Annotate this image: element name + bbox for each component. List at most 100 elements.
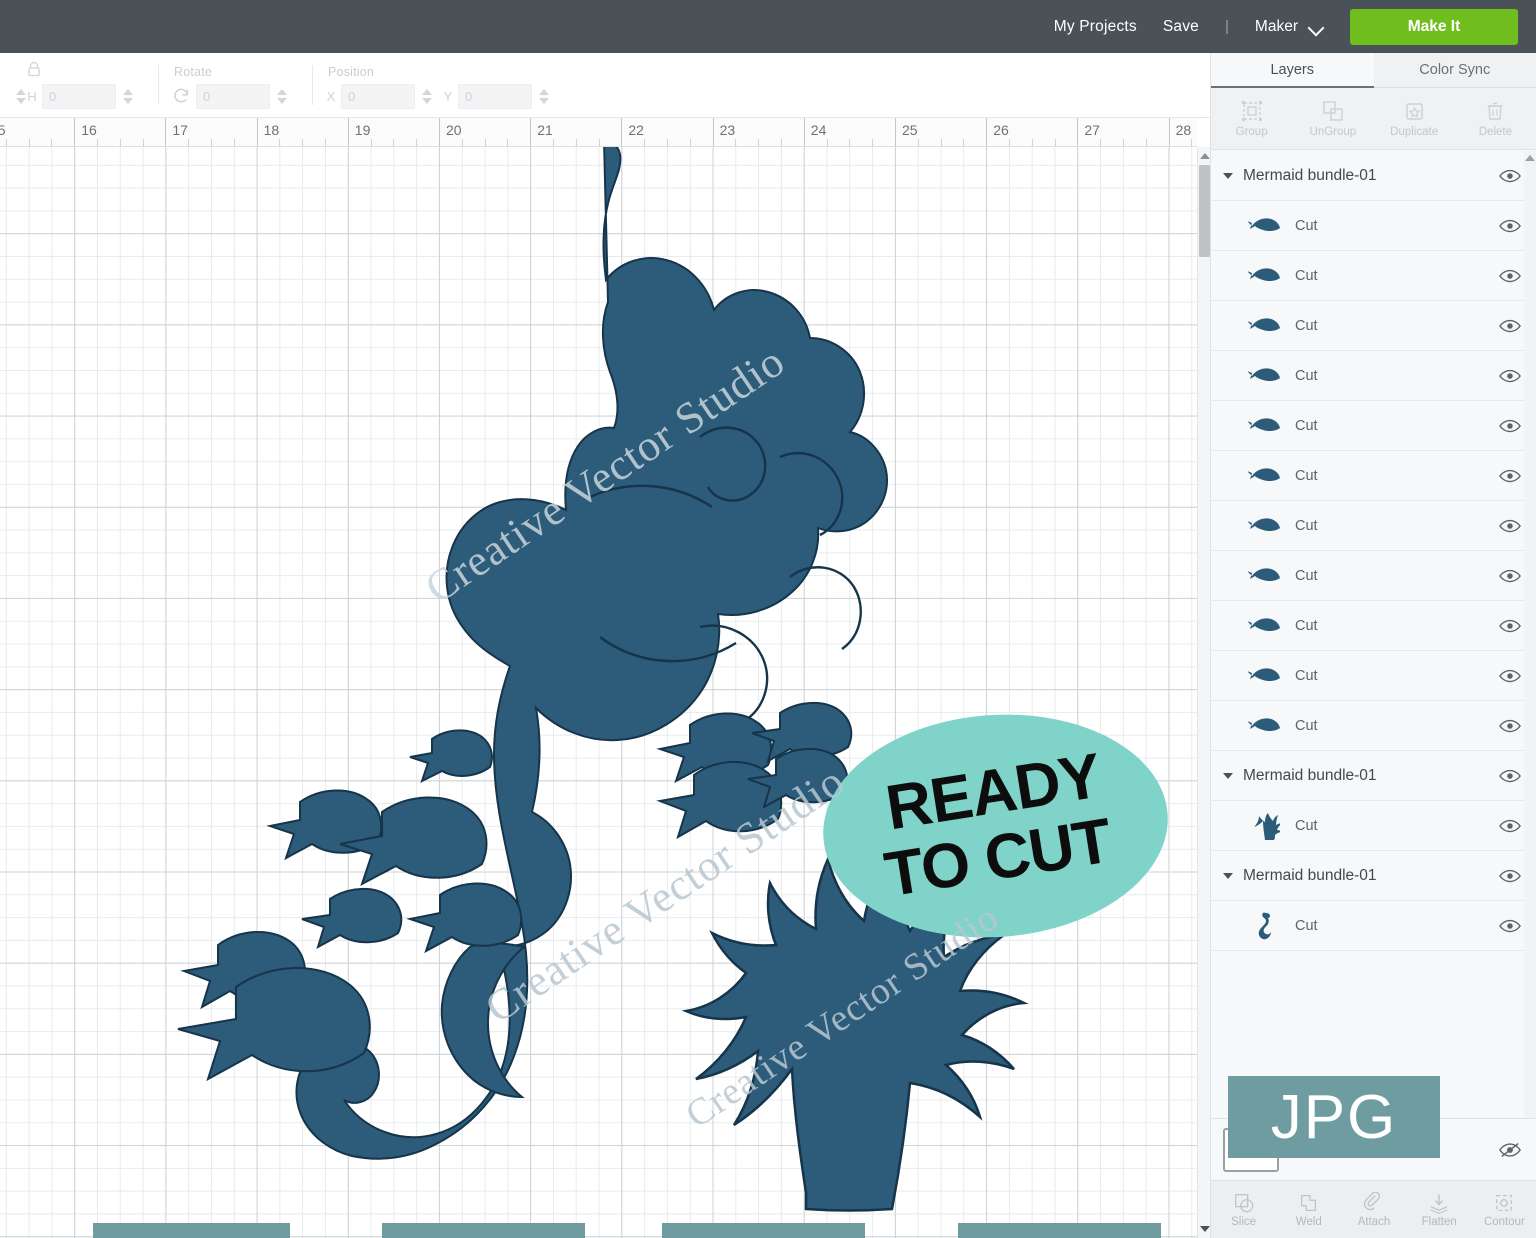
position-group: Position X Y [312,53,574,117]
layers-list[interactable]: Mermaid bundle-01 Cut Cut Cut Cut Cut Cut Cut Cu… [1211,151,1536,1171]
eye-icon[interactable] [1499,218,1521,234]
weld-icon [1300,1194,1316,1211]
ruler-tick-label: 24 [810,122,827,138]
ruler-minor-tick [1145,139,1147,146]
layer-group-header[interactable]: Mermaid bundle-01 [1211,151,1536,201]
height-stepper[interactable] [121,84,134,109]
eye-icon[interactable] [1499,918,1521,934]
format-label: DXF [699,1229,829,1238]
format-badge-pdf: PDF [382,1223,585,1238]
fish-icon [1247,611,1283,641]
tab-layers[interactable]: Layers [1211,53,1374,88]
ruler-minor-tick [97,139,98,146]
horizontal-ruler: 15 16 17 18 19 20 21 22 23 24 25 26 27 28 [0,118,1197,147]
layer-row[interactable]: Cut [1211,551,1536,601]
layer-row[interactable]: Cut [1211,601,1536,651]
caret-down-icon[interactable] [1223,772,1233,779]
ruler-minor-tick [416,139,418,146]
contour-icon [1496,1194,1513,1211]
ruler-minor-tick [28,139,30,146]
weld-button[interactable]: Weld [1276,1181,1341,1238]
ungroup-button[interactable]: UnGroup [1292,88,1373,149]
layer-operation-label: Cut [1295,617,1318,634]
eye-icon[interactable] [1499,468,1521,484]
eye-icon[interactable] [1499,268,1521,284]
ruler-tick: 20 [439,118,462,146]
layer-row[interactable]: Cut [1211,501,1536,551]
eye-icon[interactable] [1499,368,1521,384]
caret-down-icon[interactable] [1223,872,1233,879]
paperclip-icon [1363,1191,1381,1210]
eye-icon[interactable] [1499,418,1521,434]
position-x-stepper[interactable] [420,84,433,109]
position-y-stepper[interactable] [537,84,550,109]
save-button[interactable]: Save [1163,18,1199,36]
tab-color-sync[interactable]: Color Sync [1374,53,1536,87]
layer-group-header[interactable]: Mermaid bundle-01 [1211,751,1536,801]
panel-vertical-scrollbar[interactable] [1524,151,1536,1171]
ruler-tick: 21 [530,118,553,146]
layer-row[interactable]: Cut [1211,701,1536,751]
make-it-button[interactable]: Make It [1350,8,1518,45]
attach-label: Attach [1357,1215,1391,1228]
layer-row[interactable]: Cut [1211,901,1536,951]
ruler-minor-tick [142,139,144,146]
layer-row[interactable]: Cut [1211,801,1536,851]
my-projects-link[interactable]: My Projects [1054,18,1137,36]
width-stepper[interactable] [14,84,27,109]
ruler-minor-tick [119,139,121,146]
eye-icon[interactable] [1499,668,1521,684]
group-button[interactable]: Group [1211,88,1292,149]
scroll-up-arrow-icon[interactable] [1200,153,1210,159]
panel-action-tools: Group UnGroup Duplicate Delete [1211,88,1536,150]
canvas-scroll-thumb[interactable] [1199,165,1210,257]
layer-row[interactable]: Cut [1211,251,1536,301]
ruler-tick-label: 15 [0,122,6,138]
layer-row[interactable]: Cut [1211,451,1536,501]
panel-bottom-toolbar: Slice Weld Attach Flatten Contour [1211,1180,1536,1238]
design-canvas[interactable]: READY TO CUT Creative Vector Studio Crea… [0,147,1197,1238]
eye-icon[interactable] [1499,168,1521,184]
layer-row[interactable]: Cut [1211,651,1536,701]
scroll-down-arrow-icon[interactable] [1200,1226,1210,1232]
eye-icon[interactable] [1499,518,1521,534]
layer-row[interactable]: Cut [1211,351,1536,401]
eye-icon[interactable] [1499,718,1521,734]
position-y-input[interactable] [458,84,532,109]
height-input[interactable] [42,84,116,109]
eye-icon[interactable] [1499,618,1521,634]
layer-operation-label: Cut [1295,467,1318,484]
eye-icon[interactable] [1499,818,1521,834]
layer-row[interactable]: Cut [1211,401,1536,451]
layer-row[interactable]: Cut [1211,301,1536,351]
delete-button[interactable]: Delete [1455,88,1536,149]
machine-selector[interactable]: Maker [1255,18,1324,36]
layer-group-header[interactable]: Mermaid bundle-01 [1211,851,1536,901]
lock-icon[interactable] [26,61,42,77]
ruler-minor-tick [758,139,760,146]
ruler-minor-tick [370,139,372,146]
slice-button[interactable]: Slice [1211,1181,1276,1238]
fish-icon [1247,261,1283,291]
eye-icon[interactable] [1499,768,1521,784]
ruler-tick-label: 21 [537,122,553,138]
rotate-icon[interactable] [172,87,191,106]
eye-icon[interactable] [1499,318,1521,334]
rotate-stepper[interactable] [275,84,288,109]
attach-button[interactable]: Attach [1341,1181,1406,1238]
canvas-vertical-scrollbar[interactable] [1197,147,1210,1238]
contour-label: Contour [1483,1215,1525,1228]
caret-down-icon[interactable] [1223,172,1233,179]
eye-icon[interactable] [1499,568,1521,584]
ruler-minor-tick [689,139,691,146]
rotate-input[interactable] [196,84,270,109]
ruler-tick: 22 [621,118,644,146]
duplicate-button[interactable]: Duplicate [1374,88,1455,149]
eye-off-icon[interactable] [1499,1142,1521,1158]
flatten-button[interactable]: Flatten [1407,1181,1472,1238]
panel-scroll-up-icon[interactable] [1525,155,1535,161]
eye-icon[interactable] [1499,868,1521,884]
contour-button[interactable]: Contour [1472,1181,1536,1238]
position-x-input[interactable] [341,84,415,109]
layer-row[interactable]: Cut [1211,201,1536,251]
